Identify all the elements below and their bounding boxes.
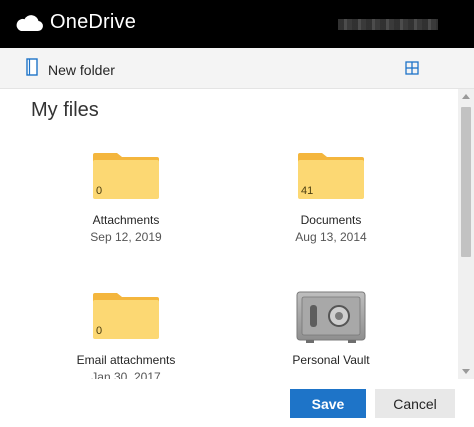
dialog-footer: Save Cancel	[0, 379, 474, 427]
item-count: 41	[301, 185, 314, 197]
app-header: OneDrive	[0, 0, 474, 48]
cancel-button[interactable]: Cancel	[375, 389, 455, 418]
item-name: Attachments	[92, 213, 160, 227]
new-folder-label: New folder	[48, 61, 115, 78]
item-date: Aug 13, 2014	[295, 230, 367, 244]
item-name: Personal Vault	[292, 353, 370, 367]
save-button[interactable]: Save	[290, 389, 366, 418]
folder-icon: 41	[296, 151, 366, 201]
folder-icon: 0	[91, 151, 161, 201]
new-folder-button[interactable]: New folder	[26, 58, 115, 81]
onedrive-cloud-icon	[14, 13, 44, 33]
folder-tile-attachments[interactable]: 0 Attachments Sep 12, 2019	[51, 151, 201, 244]
page-title: My files	[31, 99, 99, 121]
account-name-redacted[interactable]	[338, 19, 438, 30]
brand-name: OneDrive	[50, 11, 137, 33]
scroll-up-icon[interactable]	[462, 94, 470, 99]
new-folder-icon	[26, 58, 38, 81]
folder-tile-email-attachments[interactable]: 0 Email attachments Jan 30, 2017	[51, 291, 201, 379]
item-name: Email attachments	[76, 353, 176, 367]
folder-icon: 0	[91, 291, 161, 341]
vault-icon	[296, 291, 366, 343]
folder-tile-documents[interactable]: 41 Documents Aug 13, 2014	[256, 151, 406, 244]
item-count: 0	[96, 325, 103, 337]
vault-tile-personal-vault[interactable]: Personal Vault	[256, 291, 406, 367]
item-name: Documents	[300, 213, 362, 227]
scroll-thumb[interactable]	[461, 107, 471, 257]
item-date: Sep 12, 2019	[90, 230, 162, 244]
grid-view-icon[interactable]	[404, 60, 420, 76]
scroll-down-icon[interactable]	[462, 369, 470, 374]
item-date: Jan 30, 2017	[91, 370, 161, 379]
vertical-scrollbar[interactable]	[458, 89, 474, 379]
item-count: 0	[96, 185, 103, 197]
onedrive-picker-dialog: OneDrive New folder My files 0 Attachmen…	[0, 0, 474, 427]
file-list: My files 0 Attachments Sep 12, 2019 41 D…	[0, 89, 458, 379]
toolbar: New folder	[0, 48, 474, 89]
brand: OneDrive	[14, 11, 136, 34]
